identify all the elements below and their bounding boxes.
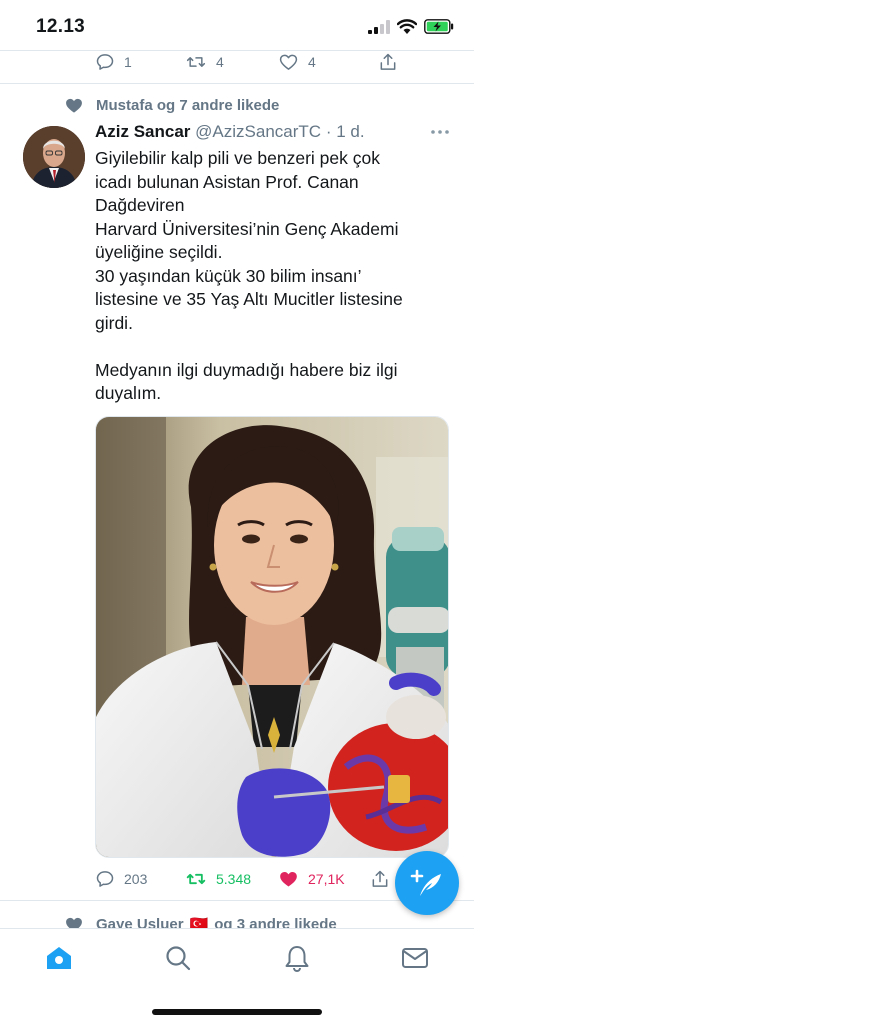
prev-retweet-count: 4 <box>216 54 224 70</box>
search-icon <box>166 946 191 971</box>
wifi-icon <box>397 19 417 34</box>
tab-notifications[interactable] <box>282 943 312 973</box>
tab-search[interactable] <box>163 943 193 973</box>
prev-reply-count: 1 <box>124 54 132 70</box>
tweet-text: Giyilebilir kalp pili ve benzeri pek çok… <box>95 147 455 406</box>
heart-filled-icon <box>66 98 82 113</box>
retweet-icon <box>186 873 206 885</box>
status-bar: 12.13 <box>0 0 474 50</box>
prev-share-button[interactable] <box>378 52 398 72</box>
share-icon <box>380 53 396 70</box>
like-button[interactable]: 27,1K <box>278 869 370 889</box>
more-dots-icon[interactable] <box>430 127 450 137</box>
home-indicator <box>152 1009 322 1015</box>
prev-like-button[interactable]: 4 <box>278 52 378 72</box>
compose-tweet-button[interactable] <box>395 851 459 915</box>
heart-icon <box>279 54 298 70</box>
scientist-photo <box>96 417 448 857</box>
tab-messages[interactable] <box>400 943 430 973</box>
prev-like-count: 4 <box>308 54 316 70</box>
cellular-signal-icon <box>368 19 390 34</box>
tweet-text-line: girdi. <box>95 312 133 333</box>
tweet-actions: 203 5.348 27,1K <box>95 868 390 890</box>
avatar-portrait <box>23 126 85 188</box>
retweet-count: 5.348 <box>216 871 252 887</box>
home-icon <box>47 947 71 969</box>
tweet-text-line: listesine ve 35 Yaş Altı Mucitler listes… <box>95 289 403 309</box>
tweet-divider <box>0 83 474 84</box>
author-name[interactable]: Aziz Sancar <box>95 122 190 141</box>
liked-by-text: Mustafa og 7 andre likede <box>96 97 280 114</box>
author-handle[interactable]: @AzizSancarTC <box>195 122 321 141</box>
comment-bubble-icon <box>96 54 114 70</box>
mail-icon <box>402 948 428 968</box>
tweet-text-line: icadı bulunan Asistan Prof. Canan <box>95 171 359 192</box>
share-button[interactable] <box>370 869 390 889</box>
tweet-text-line: Giyilebilir kalp pili ve benzeri pek çok <box>95 148 380 168</box>
twitter-app-screen: 12.13 1 4 4 Mustafa og 7 andre likede Az… <box>0 0 474 1024</box>
tweet-text-line: üyeliğine seçildi. <box>95 242 223 262</box>
like-count: 27,1K <box>308 871 345 887</box>
tweet-text-line: Harvard Üniversitesi’nin Genç Akademi <box>95 218 399 239</box>
prev-retweet-button[interactable]: 4 <box>185 52 278 72</box>
prev-reply-button[interactable]: 1 <box>95 52 185 72</box>
battery-charging-icon <box>424 19 454 34</box>
tweet-time: · 1 d. <box>325 122 365 141</box>
tweet-text-line: 30 yaşından küçük 30 bilim insanı’ <box>95 265 362 286</box>
tweet-header: Aziz Sancar @AzizSancarTC · 1 d. <box>95 122 455 146</box>
comment-bubble-icon <box>96 871 114 887</box>
share-icon <box>372 870 388 887</box>
heart-filled-icon <box>280 872 297 887</box>
retweet-button[interactable]: 5.348 <box>185 869 278 889</box>
compose-feather-icon <box>410 869 441 896</box>
status-icons <box>368 19 454 34</box>
tweet-text-line: Dağdeviren <box>95 195 185 215</box>
tweet-text-line: duyalım. <box>95 383 162 403</box>
bell-icon <box>285 946 309 972</box>
reply-button[interactable]: 203 <box>95 869 185 889</box>
prev-tweet-actions: 1 4 4 <box>95 51 398 73</box>
tab-home[interactable] <box>44 943 74 973</box>
retweet-icon <box>186 57 206 67</box>
author-avatar[interactable] <box>23 126 85 188</box>
tweet-text-line: Medyanın ilgi duymadığı habere biz ilgi <box>95 359 398 380</box>
tweet-photo[interactable] <box>95 416 449 858</box>
status-time: 12.13 <box>36 16 86 37</box>
reply-count: 203 <box>124 871 148 887</box>
liked-by-row[interactable]: Mustafa og 7 andre likede <box>64 96 279 115</box>
